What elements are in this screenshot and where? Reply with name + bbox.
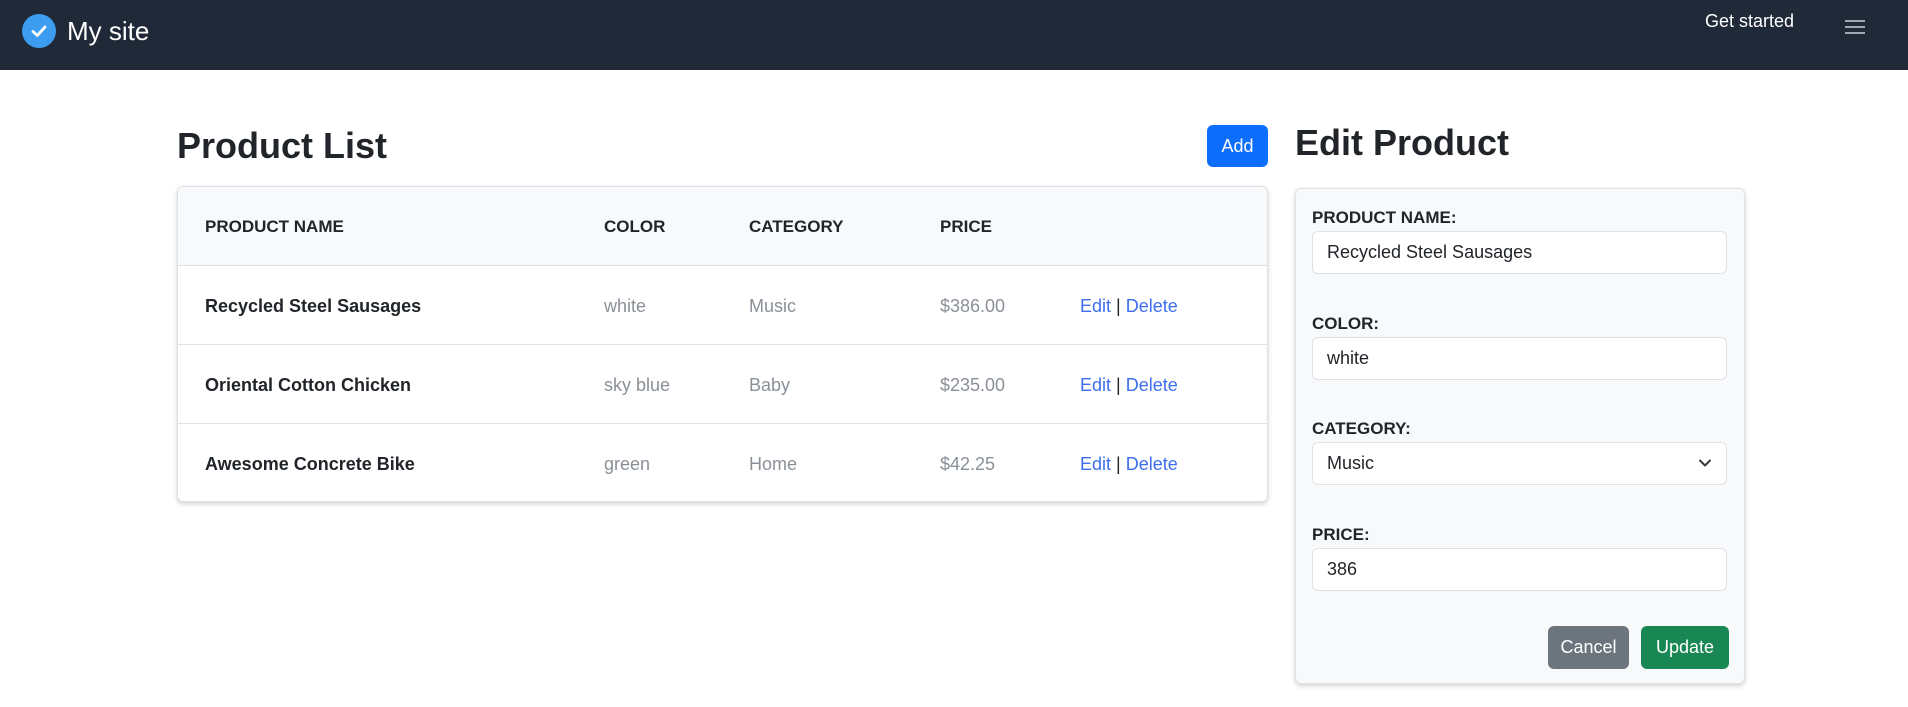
edit-link[interactable]: Edit — [1080, 454, 1111, 474]
action-separator: | — [1116, 375, 1121, 395]
table-row: Recycled Steel Sausages white Music $386… — [178, 266, 1267, 345]
update-button[interactable]: Update — [1641, 626, 1729, 669]
action-separator: | — [1116, 454, 1121, 474]
product-table: PRODUCT NAME COLOR CATEGORY PRICE Recycl… — [177, 186, 1268, 502]
cancel-button[interactable]: Cancel — [1548, 626, 1629, 669]
color-label: COLOR: — [1312, 314, 1380, 333]
price-input[interactable] — [1312, 548, 1727, 591]
category-select[interactable]: Music — [1312, 442, 1727, 485]
price-cell: $235.00 — [940, 375, 1006, 395]
column-header-product-name: PRODUCT NAME — [205, 217, 344, 236]
product-name-cell: Oriental Cotton Chicken — [205, 375, 412, 395]
get-started-link[interactable]: Get started — [1705, 10, 1794, 32]
column-header-price: PRICE — [940, 217, 992, 236]
column-header-category: CATEGORY — [749, 217, 844, 236]
color-cell: sky blue — [604, 375, 671, 395]
site-name: My site — [67, 15, 150, 46]
price-cell: $42.25 — [940, 454, 996, 474]
brand[interactable]: My site — [22, 14, 149, 48]
delete-link[interactable]: Delete — [1126, 375, 1178, 395]
table-row: Awesome Concrete Bike green Home $42.25 … — [178, 424, 1267, 501]
row-actions: Edit | Delete — [1080, 453, 1178, 475]
edit-product-form: PRODUCT NAME: COLOR: CATEGORY: Music PRI… — [1295, 188, 1745, 684]
product-name-cell: Awesome Concrete Bike — [205, 454, 415, 474]
action-separator: | — [1116, 296, 1121, 316]
color-input[interactable] — [1312, 337, 1727, 380]
chevron-down-icon — [1698, 455, 1712, 473]
delete-link[interactable]: Delete — [1126, 296, 1178, 316]
category-selected-value: Music — [1327, 453, 1375, 473]
add-button[interactable]: Add — [1207, 125, 1268, 167]
top-navbar: My site Get started — [0, 0, 1908, 70]
check-circle-icon — [22, 14, 56, 48]
color-cell: white — [604, 296, 647, 316]
category-cell: Home — [749, 454, 798, 474]
table-header: PRODUCT NAME COLOR CATEGORY PRICE — [178, 187, 1267, 266]
table-row: Oriental Cotton Chicken sky blue Baby $2… — [178, 345, 1267, 424]
edit-link[interactable]: Edit — [1080, 375, 1111, 395]
delete-link[interactable]: Delete — [1126, 454, 1178, 474]
edit-link[interactable]: Edit — [1080, 296, 1111, 316]
product-list-title: Product List — [177, 125, 388, 166]
color-cell: green — [604, 454, 651, 474]
column-header-color: COLOR — [604, 217, 666, 236]
row-actions: Edit | Delete — [1080, 295, 1178, 317]
product-name-label: PRODUCT NAME: — [1312, 208, 1457, 227]
hamburger-menu-icon[interactable] — [1843, 16, 1869, 38]
price-label: PRICE: — [1312, 525, 1370, 544]
product-name-cell: Recycled Steel Sausages — [205, 296, 422, 316]
edit-product-title: Edit Product — [1295, 122, 1509, 163]
row-actions: Edit | Delete — [1080, 374, 1178, 396]
category-cell: Music — [749, 296, 797, 316]
price-cell: $386.00 — [940, 296, 1006, 316]
category-label: CATEGORY: — [1312, 419, 1411, 438]
product-name-input[interactable] — [1312, 231, 1727, 274]
category-cell: Baby — [749, 375, 791, 395]
